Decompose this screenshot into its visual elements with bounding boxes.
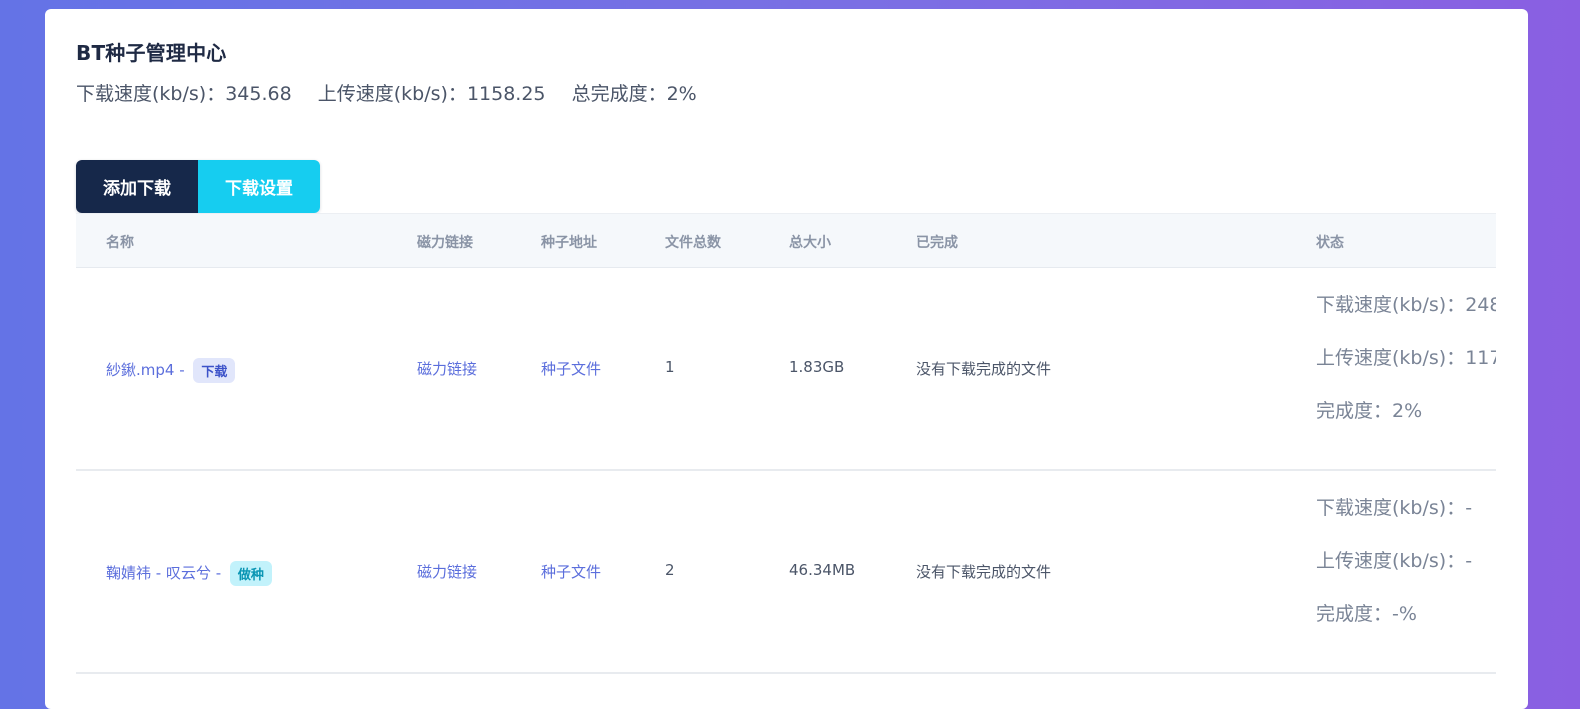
add-download-button[interactable]: 添加下载 [76, 160, 198, 213]
file-count: 1 [665, 358, 675, 376]
status-badge: 下载 [193, 358, 236, 383]
global-download-speed: 下载速度(kb/s)：345.68 [76, 83, 292, 105]
column-header-magnet: 磁力链接 [417, 235, 473, 251]
row-status: 下载速度(kb/s)：- 上传速度(kb/s)：- 完成度：-% [1316, 497, 1472, 656]
page-title: BT种子管理中心 [76, 41, 227, 65]
total-size: 1.83GB [789, 358, 845, 376]
magnet-link[interactable]: 磁力链接 [417, 358, 477, 379]
torrent-file-link[interactable]: 种子文件 [541, 561, 601, 582]
row-progress: 完成度：2% [1316, 400, 1423, 422]
completed-files: 没有下载完成的文件 [916, 360, 1052, 378]
total-size: 46.34MB [789, 561, 856, 579]
row-upload-speed: 上传速度(kb/s)：1172 [1316, 347, 1496, 369]
download-settings-button[interactable]: 下载设置 [198, 160, 320, 213]
table-header: 名称 磁力链接 种子地址 文件总数 总大小 已完成 状态 [76, 213, 1496, 268]
torrent-name-link[interactable]: 紗鍬.mp4 - [106, 361, 189, 379]
torrent-name-cell: 鞠婧祎 - 叹云兮 - 做种 [106, 561, 272, 586]
torrent-file-link[interactable]: 种子文件 [541, 358, 601, 379]
completed-files: 没有下载完成的文件 [916, 563, 1052, 581]
column-header-size: 总大小 [789, 235, 831, 251]
toolbar: 添加下载 下载设置 [76, 160, 320, 213]
column-header-status: 状态 [1316, 235, 1344, 251]
column-header-torrent: 种子地址 [541, 235, 597, 251]
row-status: 下载速度(kb/s)：248 上传速度(kb/s)：1172 完成度：2% [1316, 294, 1496, 453]
row-download-speed: 下载速度(kb/s)：- [1316, 497, 1473, 519]
torrent-name-cell: 紗鍬.mp4 - 下载 [106, 358, 236, 383]
row-upload-speed: 上传速度(kb/s)：- [1316, 550, 1473, 572]
table-row: 紗鍬.mp4 - 下载 磁力链接 种子文件 1 1.83GB 没有下载完成的文件… [76, 268, 1496, 471]
main-card: BT种子管理中心 下载速度(kb/s)：345.68 上传速度(kb/s)：11… [45, 9, 1528, 709]
table-row: 鞠婧祎 - 叹云兮 - 做种 磁力链接 种子文件 2 46.34MB 没有下载完… [76, 471, 1496, 674]
status-badge: 做种 [229, 561, 272, 586]
column-header-completed: 已完成 [916, 235, 958, 251]
magnet-link[interactable]: 磁力链接 [417, 561, 477, 582]
column-header-file-count: 文件总数 [665, 235, 721, 251]
torrent-name-link[interactable]: 鞠婧祎 - 叹云兮 - [106, 564, 226, 582]
row-download-speed: 下载速度(kb/s)：248 [1316, 294, 1496, 316]
global-upload-speed: 上传速度(kb/s)：1158.25 [317, 83, 546, 105]
row-progress: 完成度：-% [1316, 603, 1417, 625]
column-header-name: 名称 [106, 235, 134, 251]
file-count: 2 [665, 561, 675, 579]
torrent-table: 名称 磁力链接 种子地址 文件总数 总大小 已完成 状态 紗鍬.mp4 - 下载… [76, 213, 1496, 709]
global-stats: 下载速度(kb/s)：345.68 上传速度(kb/s)：1158.25 总完成… [76, 79, 717, 106]
global-progress: 总完成度：2% [571, 83, 697, 105]
